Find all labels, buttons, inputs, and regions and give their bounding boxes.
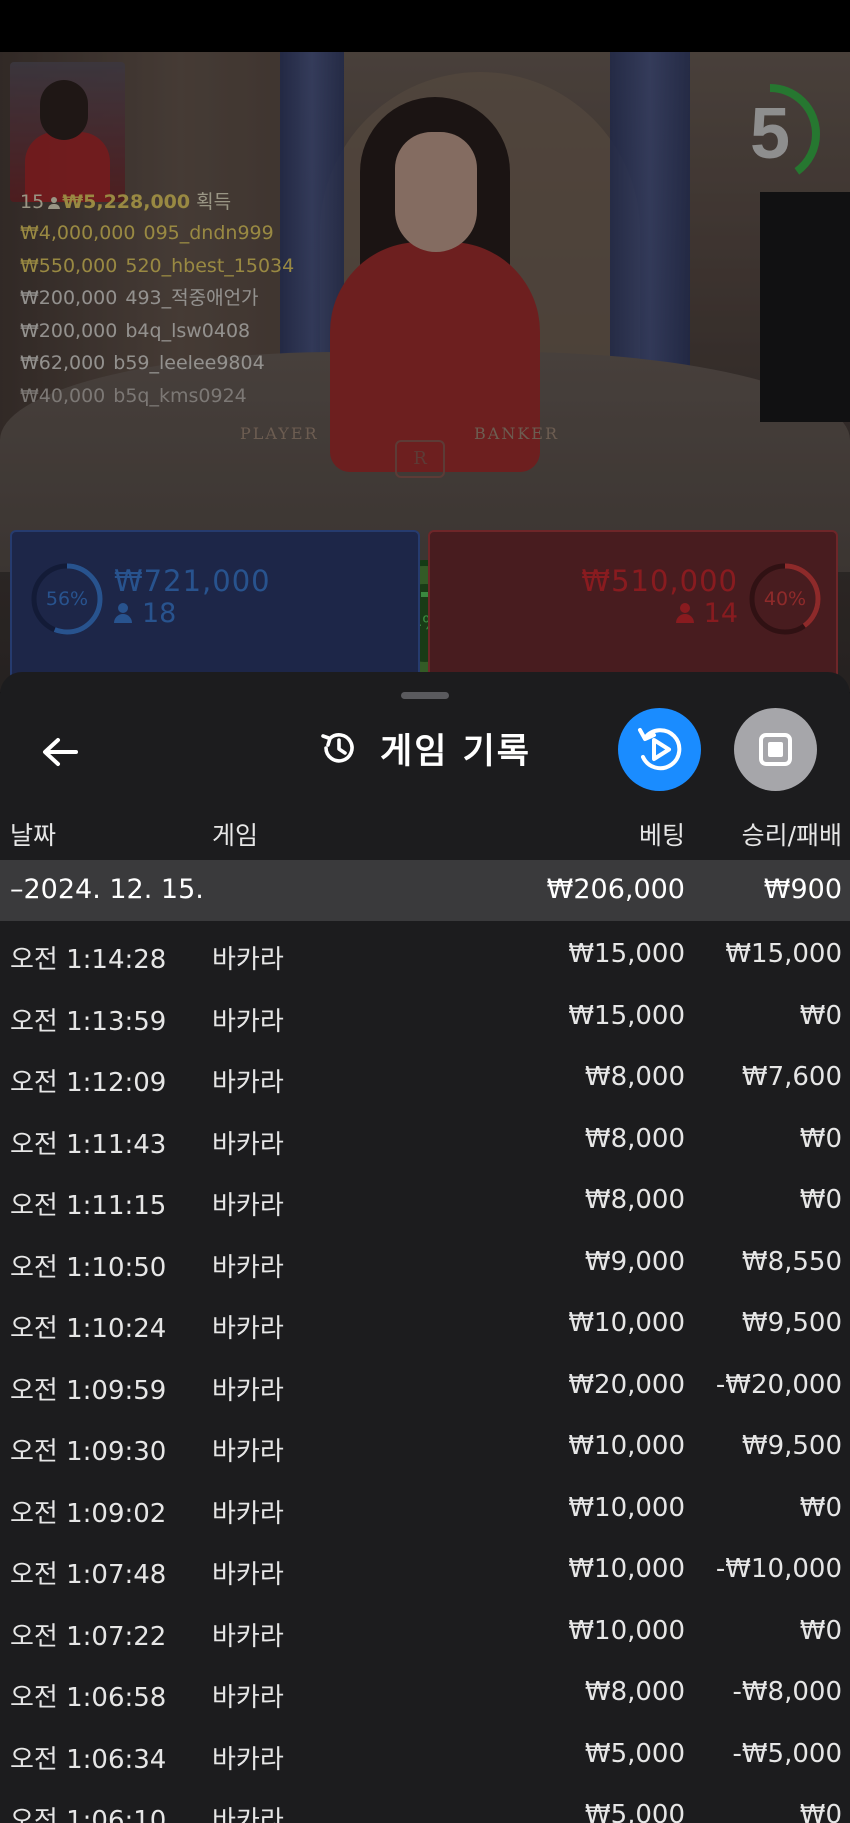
row-bet: ₩10,000	[568, 1492, 685, 1523]
row-bet: ₩20,000	[568, 1369, 685, 1400]
table-row[interactable]: 오전 1:12:09 바카라 ₩8,000 ₩7,600	[0, 1044, 850, 1106]
row-win-loss: ₩7,600	[741, 1062, 842, 1092]
row-time: 오전 1:13:59	[10, 1006, 167, 1037]
row-time: 오전 1:07:48	[10, 1560, 167, 1590]
row-time: 오전 1:11:43	[10, 1129, 167, 1160]
row-win-loss: -₩20,000	[715, 1369, 842, 1400]
row-time: 오전 1:09:02	[10, 1498, 167, 1529]
row-game: 바카라	[212, 1806, 284, 1823]
table-header: 날짜 게임 베팅 승리/패배	[0, 808, 850, 860]
row-time: 오전 1:09:59	[10, 1375, 167, 1406]
sheet-header: 게임 기록	[318, 718, 531, 778]
row-game: 바카라	[212, 1621, 284, 1652]
table-row[interactable]: 오전 1:14:28 바카라 ₩15,000 ₩15,000	[0, 921, 850, 983]
row-win-loss: ₩0	[799, 1615, 842, 1646]
row-game: 바카라	[212, 1129, 284, 1160]
row-game: 바카라	[212, 1314, 284, 1344]
replay-icon	[638, 728, 682, 771]
row-win-loss: ₩0	[799, 1185, 842, 1215]
column-header-game: 게임	[212, 821, 259, 850]
history-table: 오전 1:14:28 바카라 ₩15,000 ₩15,000 오전 1:13:59 바카라…	[0, 921, 850, 1823]
stop-button[interactable]	[734, 708, 817, 791]
row-game: 바카라	[212, 1006, 284, 1037]
row-bet: ₩5,000	[584, 1800, 685, 1823]
row-bet: ₩10,000	[568, 1431, 685, 1461]
status-bar	[0, 0, 850, 52]
screen: PLAYER BANKER R 15 ₩5,228,000 획득 ₩4,000,0…	[0, 0, 850, 1823]
row-time: 오전 1:11:15	[10, 1191, 167, 1221]
table-row[interactable]: 오전 1:09:02 바카라 ₩10,000 ₩0	[0, 1475, 850, 1537]
day-group-date: –2024. 12. 15.	[10, 874, 204, 905]
row-bet: ₩8,000	[584, 1185, 685, 1215]
row-game: 바카라	[212, 1191, 284, 1221]
row-time: 오전 1:06:10	[10, 1806, 167, 1823]
row-time: 오전 1:10:24	[10, 1314, 167, 1344]
column-header-win-loss: 승리/패배	[741, 821, 842, 850]
row-game: 바카라	[212, 1498, 284, 1529]
table-row[interactable]: 오전 1:10:50 바카라 ₩9,000 ₩8,550	[0, 1229, 850, 1291]
replay-button[interactable]	[618, 708, 701, 791]
row-bet: ₩15,000	[568, 939, 685, 969]
history-icon	[321, 733, 354, 763]
day-group-win-loss-total: ₩900	[763, 874, 842, 905]
back-button[interactable]	[30, 722, 90, 782]
row-bet: ₩8,000	[584, 1123, 685, 1154]
table-row[interactable]: 오전 1:11:15 바카라 ₩8,000 ₩0	[0, 1167, 850, 1229]
row-bet: ₩8,000	[584, 1677, 685, 1707]
day-group-bet-total: ₩206,000	[546, 874, 685, 905]
row-bet: ₩8,000	[584, 1062, 685, 1092]
row-win-loss: -₩5,000	[732, 1738, 842, 1769]
table-row[interactable]: 오전 1:10:24 바카라 ₩10,000 ₩9,500	[0, 1290, 850, 1352]
row-win-loss: ₩9,500	[741, 1431, 842, 1461]
page-title: 게임 기록	[380, 731, 531, 772]
row-game: 바카라	[212, 1683, 284, 1713]
row-win-loss: ₩0	[799, 1123, 842, 1154]
row-bet: ₩9,000	[584, 1246, 685, 1277]
row-bet: ₩15,000	[568, 1000, 685, 1031]
row-bet: ₩10,000	[568, 1615, 685, 1646]
row-win-loss: ₩15,000	[725, 939, 842, 969]
column-header-date: 날짜	[10, 821, 57, 850]
row-time: 오전 1:12:09	[10, 1068, 167, 1098]
row-game: 바카라	[212, 1437, 284, 1467]
row-time: 오전 1:14:28	[10, 945, 167, 975]
row-game: 바카라	[212, 945, 284, 975]
back-arrow-icon	[43, 738, 78, 766]
day-group-row[interactable]: –2024. 12. 15. ₩206,000 ₩900	[0, 860, 850, 921]
table-row[interactable]: 오전 1:07:48 바카라 ₩10,000 -₩10,000	[0, 1536, 850, 1598]
table-row[interactable]: 오전 1:07:22 바카라 ₩10,000 ₩0	[0, 1598, 850, 1660]
table-row[interactable]: 오전 1:09:59 바카라 ₩20,000 -₩20,000	[0, 1352, 850, 1414]
row-time: 오전 1:09:30	[10, 1437, 167, 1467]
drag-handle[interactable]	[401, 692, 449, 699]
row-bet: ₩10,000	[568, 1308, 685, 1338]
row-win-loss: -₩10,000	[715, 1554, 842, 1584]
row-win-loss: -₩8,000	[732, 1677, 842, 1707]
row-time: 오전 1:10:50	[10, 1252, 167, 1283]
table-row[interactable]: 오전 1:06:10 바카라 ₩5,000 ₩0	[0, 1782, 850, 1823]
row-time: 오전 1:07:22	[10, 1621, 167, 1652]
row-win-loss: ₩0	[799, 1000, 842, 1031]
row-game: 바카라	[212, 1560, 284, 1590]
row-win-loss: ₩0	[799, 1800, 842, 1823]
table-row[interactable]: 오전 1:13:59 바카라 ₩15,000 ₩0	[0, 983, 850, 1045]
row-time: 오전 1:06:58	[10, 1683, 167, 1713]
row-game: 바카라	[212, 1252, 284, 1283]
row-game: 바카라	[212, 1744, 284, 1775]
row-win-loss: ₩8,550	[741, 1246, 842, 1277]
row-win-loss: ₩0	[799, 1492, 842, 1523]
row-game: 바카라	[212, 1375, 284, 1406]
table-row[interactable]: 오전 1:06:58 바카라 ₩8,000 -₩8,000	[0, 1659, 850, 1721]
table-row[interactable]: 오전 1:11:43 바카라 ₩8,000 ₩0	[0, 1106, 850, 1168]
modal-scrim[interactable]	[0, 52, 850, 692]
table-row[interactable]: 오전 1:09:30 바카라 ₩10,000 ₩9,500	[0, 1413, 850, 1475]
row-bet: ₩10,000	[568, 1554, 685, 1584]
game-history-sheet: 게임 기록 날짜 게임 베팅 승리/패배 –2024. 12. 15. ₩206…	[0, 672, 850, 1823]
table-row[interactable]: 오전 1:06:34 바카라 ₩5,000 -₩5,000	[0, 1721, 850, 1783]
row-time: 오전 1:06:34	[10, 1744, 167, 1775]
row-bet: ₩5,000	[584, 1738, 685, 1769]
row-game: 바카라	[212, 1068, 284, 1098]
row-win-loss: ₩9,500	[741, 1308, 842, 1338]
column-header-bet: 베팅	[638, 821, 685, 850]
